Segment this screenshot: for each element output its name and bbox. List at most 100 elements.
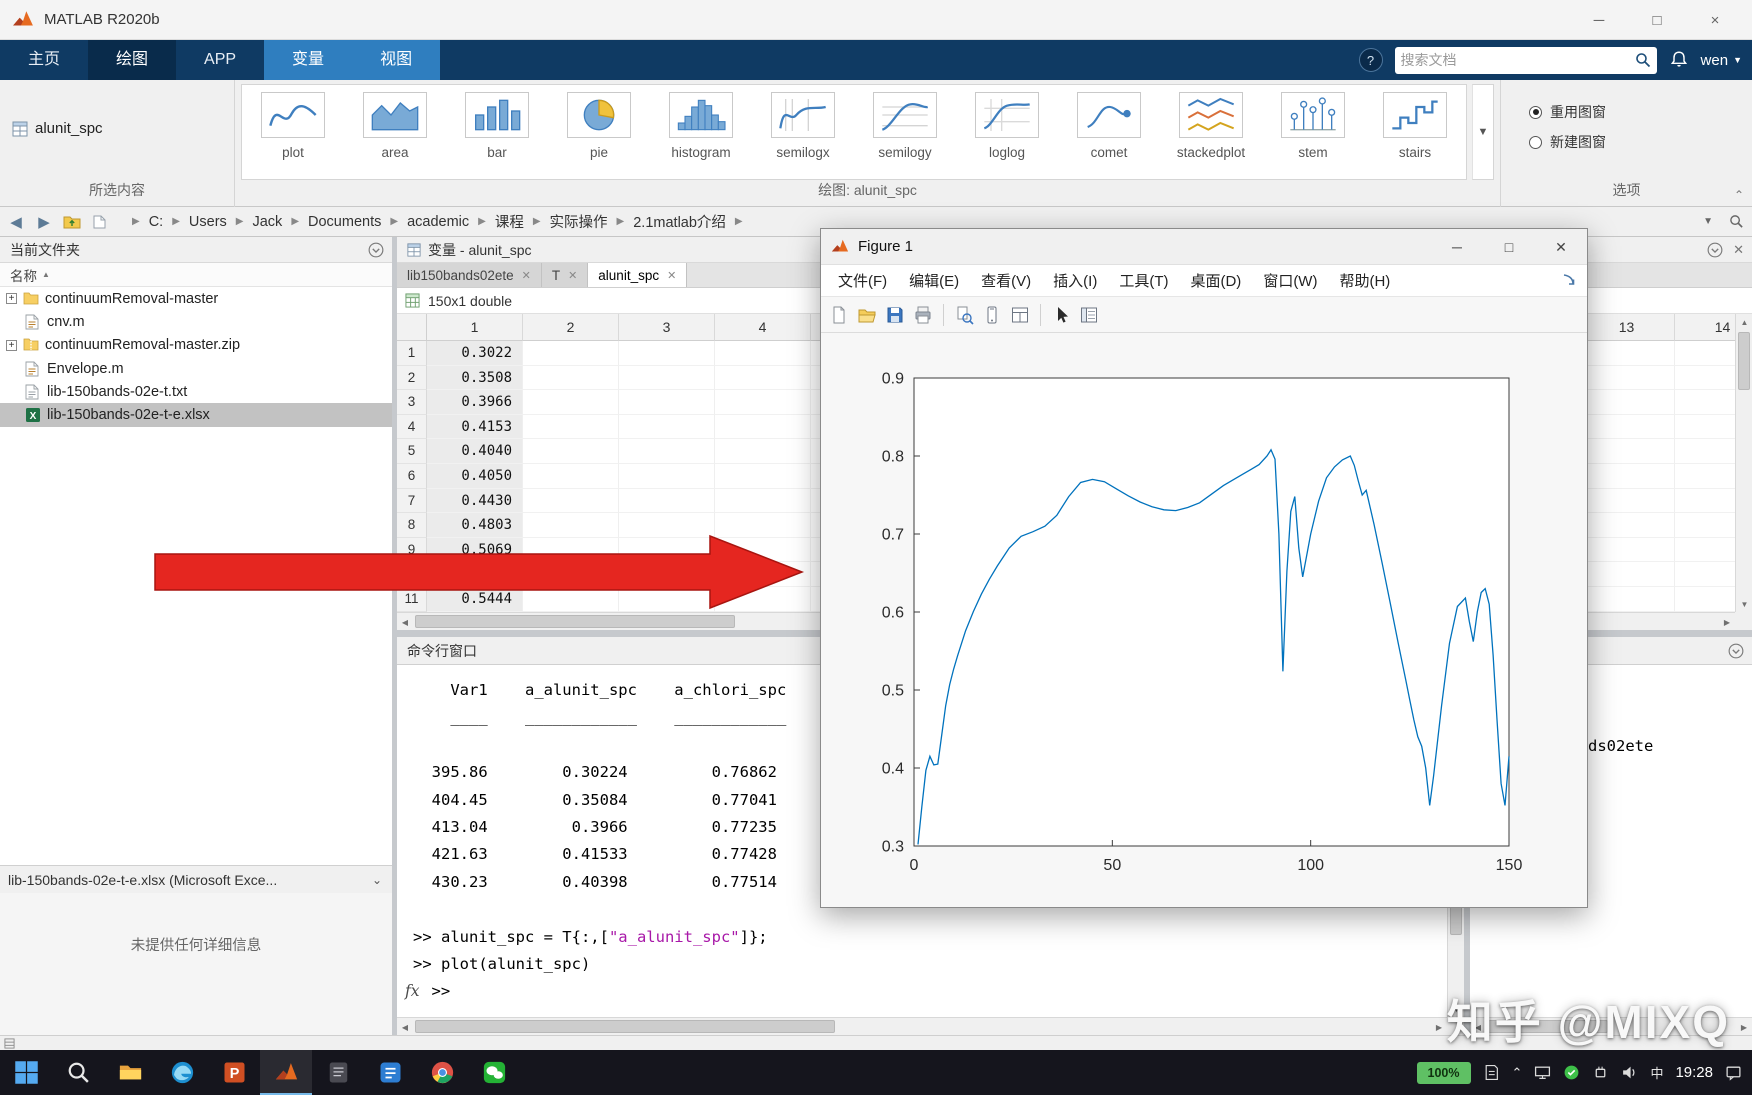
cell-5-13[interactable]: [1579, 439, 1675, 464]
cell-1-1[interactable]: 0.3022: [427, 341, 523, 366]
minimize-button[interactable]: ─: [1570, 0, 1628, 40]
row-header-5[interactable]: 5: [397, 439, 427, 464]
cell-2-4[interactable]: [715, 365, 811, 391]
taskbar-app-chrome[interactable]: [416, 1050, 468, 1095]
cell-3-13[interactable]: [1579, 390, 1675, 415]
panel-menu-icon[interactable]: [1707, 242, 1723, 258]
breadcrumb-item[interactable]: 实际操作: [547, 210, 611, 233]
file-row-cnv.m[interactable]: cnv.m: [0, 310, 392, 333]
figure-close-button[interactable]: ✕: [1535, 229, 1587, 265]
panel-menu-icon[interactable]: [1728, 643, 1744, 659]
cell-10-13[interactable]: [1579, 562, 1675, 587]
ribbon-tab-绘图[interactable]: 绘图: [88, 40, 177, 80]
taskbar-app-powerpoint[interactable]: P: [208, 1050, 260, 1095]
figure-menu-文件(F)[interactable]: 文件(F): [827, 270, 898, 291]
row-header-1[interactable]: 1: [397, 341, 427, 366]
taskbar-app-edge[interactable]: [156, 1050, 208, 1095]
doc-search-input[interactable]: [1400, 52, 1635, 68]
close-panel-icon[interactable]: ✕: [1733, 242, 1744, 258]
scroll-left-icon[interactable]: ◀: [397, 1018, 413, 1036]
pointer-icon[interactable]: [1049, 303, 1073, 327]
cell-1-2[interactable]: [523, 341, 619, 366]
cell-4-3[interactable]: [619, 414, 715, 440]
action-center-icon[interactable]: [1725, 1064, 1742, 1081]
column-header-3[interactable]: 3: [619, 314, 715, 341]
new-figure-icon[interactable]: [827, 303, 851, 327]
ribbon-tab-变量[interactable]: 变量: [264, 40, 353, 80]
close-button[interactable]: ×: [1686, 0, 1744, 40]
notes-tray-icon[interactable]: [1483, 1064, 1500, 1081]
cell-7-1[interactable]: 0.4430: [427, 488, 523, 514]
help-icon[interactable]: ?: [1358, 48, 1383, 72]
cell-11-13[interactable]: [1579, 586, 1675, 612]
figure-maximize-button[interactable]: □: [1483, 229, 1535, 265]
tray-expand-icon[interactable]: ⌃: [1512, 1065, 1523, 1081]
taskbar-app-matlab[interactable]: [260, 1050, 312, 1095]
figure-menu-编辑(E)[interactable]: 编辑(E): [898, 270, 970, 291]
taskbar-app-wechat[interactable]: [468, 1050, 520, 1095]
tab-close-icon[interactable]: ✕: [522, 269, 531, 282]
back-button[interactable]: ◀: [4, 211, 28, 233]
file-row-lib-150bands-02e-t-e.xlsx[interactable]: Xlib-150bands-02e-t-e.xlsx: [0, 403, 392, 427]
file-row-continuumRemoval-master.zip[interactable]: + continuumRemoval-master.zip: [0, 334, 392, 357]
cell-5-14[interactable]: [1675, 439, 1735, 464]
security-green-icon[interactable]: [1563, 1064, 1580, 1081]
doc-search[interactable]: [1394, 46, 1657, 74]
cell-3-1[interactable]: 0.3966: [427, 390, 523, 415]
cell-5-3[interactable]: [619, 439, 715, 464]
cell-7-4[interactable]: [715, 488, 811, 514]
gallery-item-bar[interactable]: bar: [446, 85, 548, 179]
figure-menu-窗口(W)[interactable]: 窗口(W): [1252, 270, 1328, 291]
expand-icon[interactable]: +: [6, 339, 17, 351]
cell-2-13[interactable]: [1579, 365, 1675, 391]
taskbar-app-docs[interactable]: [364, 1050, 416, 1095]
cell-7-2[interactable]: [523, 488, 619, 514]
breadcrumb-item[interactable]: Jack: [249, 213, 285, 231]
cell-5-1[interactable]: 0.4040: [427, 439, 523, 464]
figure-menu-查看(V)[interactable]: 查看(V): [970, 270, 1042, 291]
save-figure-icon[interactable]: [883, 303, 907, 327]
ribbon-tab-APP[interactable]: APP: [176, 40, 264, 80]
figure-menu-工具(T)[interactable]: 工具(T): [1108, 270, 1179, 291]
cell-3-3[interactable]: [619, 390, 715, 415]
figure-menu-插入(I)[interactable]: 插入(I): [1042, 270, 1108, 291]
variable-tab-alunit_spc[interactable]: alunit_spc ✕: [588, 263, 688, 287]
file-status-row[interactable]: lib-150bands-02e-t-e.xlsx (Microsoft Exc…: [0, 865, 392, 893]
file-row-lib-150bands-02e-t.txt[interactable]: lib-150bands-02e-t.txt: [0, 380, 392, 403]
variable-tab-T[interactable]: T ✕: [541, 263, 589, 287]
breadcrumb-item[interactable]: Documents: [305, 213, 384, 231]
ime-indicator[interactable]: 中: [1650, 1063, 1663, 1082]
cell-6-1[interactable]: 0.4050: [427, 463, 523, 489]
gallery-item-semilogy[interactable]: semilogy: [854, 85, 956, 179]
cell-1-3[interactable]: [619, 341, 715, 366]
column-header-13[interactable]: 13: [1579, 314, 1675, 341]
cell-4-1[interactable]: 0.4153: [427, 414, 523, 440]
cell-3-2[interactable]: [523, 390, 619, 415]
ribbon-tab-视图[interactable]: 视图: [352, 40, 441, 80]
cell-7-3[interactable]: [619, 488, 715, 514]
browse-folder-icon[interactable]: [88, 211, 112, 233]
row-header-3[interactable]: 3: [397, 390, 427, 415]
gallery-item-stackedplot[interactable]: stackedplot: [1160, 85, 1262, 179]
breadcrumb-item[interactable]: Users: [186, 213, 230, 231]
scroll-right-icon[interactable]: ▶: [1719, 613, 1735, 631]
scroll-right-icon[interactable]: ▶: [1431, 1018, 1447, 1036]
layout-grid-icon[interactable]: [1008, 303, 1032, 327]
gallery-item-loglog[interactable]: loglog: [956, 85, 1058, 179]
cell-7-14[interactable]: [1675, 489, 1735, 514]
breadcrumb-item[interactable]: academic: [404, 213, 472, 231]
status-activity-icon[interactable]: [4, 1037, 15, 1049]
taskbar-app-start[interactable]: [0, 1050, 52, 1095]
dock-figure-icon[interactable]: [1562, 273, 1577, 288]
command-prompt-line[interactable]: fx >>: [405, 978, 1447, 1005]
cell-2-2[interactable]: [523, 365, 619, 391]
cell-11-14[interactable]: [1675, 587, 1735, 612]
column-header-1[interactable]: 1: [427, 314, 523, 341]
tab-close-icon[interactable]: ✕: [568, 269, 577, 282]
cell-6-4[interactable]: [715, 463, 811, 489]
cell-4-13[interactable]: [1579, 414, 1675, 440]
property-inspector-icon[interactable]: [1077, 303, 1101, 327]
print-preview-icon[interactable]: [952, 303, 976, 327]
ribbon-collapse-button[interactable]: ⌃: [1734, 188, 1744, 202]
variable-tab-lib150bands02ete[interactable]: lib150bands02ete ✕: [397, 263, 542, 287]
